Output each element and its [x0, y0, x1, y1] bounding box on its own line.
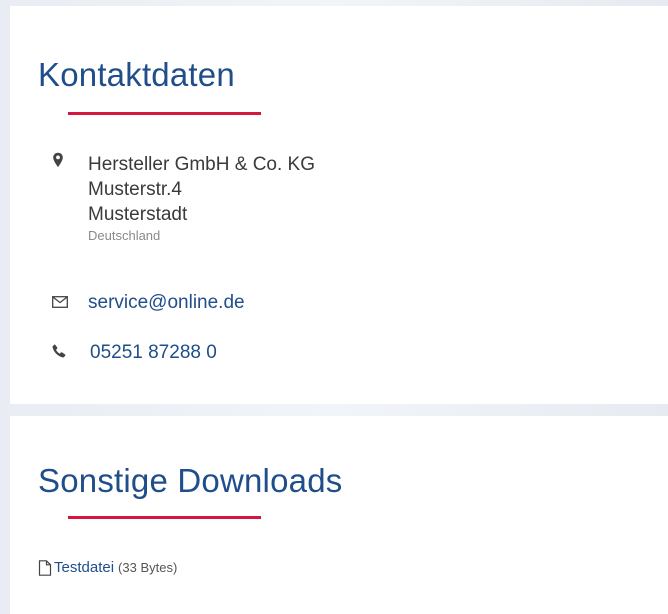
map-pin-icon — [50, 152, 88, 168]
contact-heading: Kontaktdaten — [38, 56, 235, 93]
envelope-icon — [50, 290, 88, 308]
phone-link[interactable]: 05251 87288 0 — [90, 340, 217, 365]
address-block: Hersteller GmbH & Co. KG Musterstr.4 Mus… — [88, 152, 315, 245]
downloads-heading-underline — [68, 516, 261, 519]
contact-card: Kontaktdaten Hersteller GmbH & Co. KG Mu… — [10, 6, 668, 404]
phone-row: 05251 87288 0 — [50, 340, 648, 365]
address-company: Hersteller GmbH & Co. KG — [88, 154, 315, 175]
contact-heading-underline — [68, 112, 261, 115]
email-row: service@online.de — [50, 290, 648, 315]
download-item: Testdatei (33 Bytes) — [38, 558, 177, 578]
address-row: Hersteller GmbH & Co. KG Musterstr.4 Mus… — [50, 152, 648, 245]
download-size: (33 Bytes) — [118, 560, 178, 575]
downloads-card: Sonstige Downloads Testdatei (33 Bytes) — [10, 416, 668, 614]
address-country: Deutschland — [88, 228, 161, 243]
address-city: Musterstadt — [88, 204, 188, 225]
page: Kontaktdaten Hersteller GmbH & Co. KG Mu… — [0, 0, 668, 614]
file-icon — [38, 560, 52, 576]
download-link[interactable]: Testdatei — [54, 558, 114, 578]
downloads-heading: Sonstige Downloads — [38, 462, 343, 499]
phone-icon — [50, 340, 88, 358]
address-street: Musterstr.4 — [88, 179, 182, 200]
email-link[interactable]: service@online.de — [88, 290, 245, 315]
